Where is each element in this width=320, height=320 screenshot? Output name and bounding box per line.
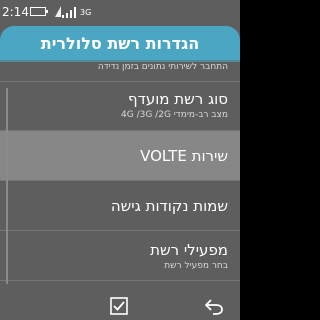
- status-time: 2:14: [2, 5, 29, 19]
- list-item-title: שירות VOLTE: [140, 147, 228, 165]
- list-item-subtitle: התחבר לשירותי נתונים בזמן נדידה: [97, 62, 228, 72]
- header: הגדרות רשת סלולרית: [0, 26, 240, 60]
- softkey-bar: [0, 291, 240, 320]
- list-item-title: שמות נקודות גישה: [110, 197, 228, 215]
- list-item-subtitle: בחר מפעיל רשת: [164, 261, 228, 271]
- list-item-access-point-names[interactable]: שמות נקודות גישה: [0, 181, 240, 231]
- list-item-network-operators[interactable]: מפעילי רשת בחר מפעיל רשת: [0, 231, 240, 281]
- back-icon[interactable]: [204, 297, 224, 315]
- list-item-title: סוג רשת מועדף: [128, 90, 228, 108]
- status-bar: 2:14 3G: [0, 0, 240, 24]
- page-title: הגדרות רשת סלולרית: [40, 33, 200, 53]
- list-item-preferred-network-type[interactable]: סוג רשת מועדף מצב רב-מימדי 4G /3G /2G: [0, 82, 240, 131]
- settings-list: התחבר לשירותי נתונים בזמן נדידה סוג רשת …: [0, 62, 240, 291]
- scrollbar[interactable]: [6, 88, 8, 284]
- signal-icon: [60, 6, 78, 18]
- list-item-title: מפעילי רשת: [150, 241, 228, 259]
- list-item-data-roaming[interactable]: התחבר לשירותי נתונים בזמן נדידה: [0, 62, 240, 82]
- list-item-volte-service[interactable]: שירות VOLTE: [0, 131, 240, 181]
- screen: 2:14 3G הגדרות רשת סלולרית התחבר לשירותי…: [0, 0, 240, 320]
- network-type-label: 3G: [80, 8, 92, 17]
- check-icon[interactable]: [110, 297, 128, 315]
- list-item-subtitle: מצב רב-מימדי 4G /3G /2G: [121, 110, 228, 120]
- battery-icon: [30, 7, 48, 16]
